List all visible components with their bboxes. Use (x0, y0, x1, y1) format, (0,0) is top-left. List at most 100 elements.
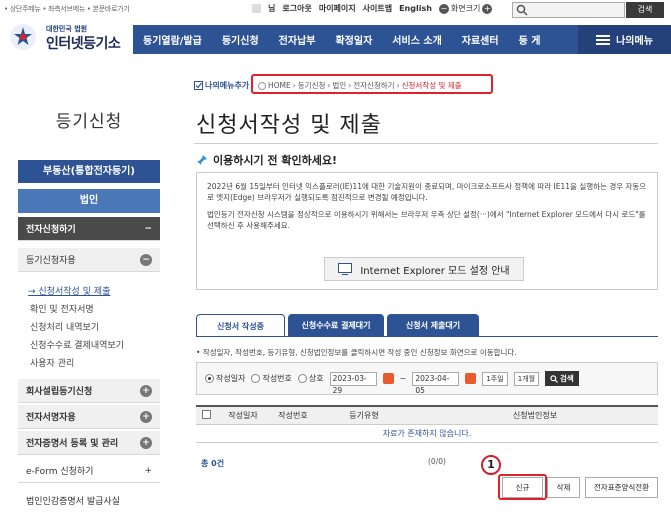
my-menu-label: 나의메뉴 (616, 36, 653, 47)
sidebar-item-signer[interactable]: 전자서명자용 + (18, 405, 160, 429)
sidebar-item-label: 법인인감증명서 발급사실 (26, 496, 120, 507)
expand-icon: + (140, 436, 152, 449)
column-header[interactable]: 신청법인정보 (412, 410, 658, 421)
logo-title[interactable]: 인터넷등기소 (46, 33, 121, 53)
ie-mode-guide-button[interactable]: Internet Explorer 모드 설정 안내 (324, 257, 524, 281)
list-hint: • 작성일자, 작성번호, 등기유형, 신청법인정보를 클릭하시면 작성 중인 … (196, 348, 517, 357)
delete-button[interactable]: 삭제 (547, 477, 580, 498)
gnb-item-fixed-date[interactable]: 확정일자 (325, 32, 382, 47)
skip-links[interactable]: • 상단주메뉴 • 좌측서브메뉴 • 본문바로가기 (4, 4, 130, 14)
sidebar-item-label: e-Form 신청하기 (26, 467, 94, 477)
divider (194, 143, 658, 144)
table-header: 작성일자 작성번호 등기유형 신청법인정보 (196, 405, 658, 425)
radio-date[interactable]: 작성일자 (205, 373, 245, 384)
zoom-out-icon[interactable]: − (438, 3, 449, 14)
logout-link[interactable]: 로그아웃 (282, 3, 311, 14)
search-input[interactable] (512, 2, 625, 18)
tab-underline (196, 336, 658, 337)
sidebar-realestate-button[interactable]: 부동산(통합전자등기) (18, 160, 160, 183)
sidebar-item-certificate[interactable]: 전자증명서 등록 및 관리 + (18, 431, 160, 455)
gnb-item-payment[interactable]: 전자납부 (269, 32, 326, 47)
sidebar-sub-write[interactable]: → 신청서작성 및 제출 (28, 284, 110, 297)
user-name-box (252, 4, 261, 13)
breadcrumb-e-apply[interactable]: 전자신청하기 (353, 80, 394, 91)
new-button[interactable]: 신규 (502, 477, 543, 498)
add-my-menu-link[interactable]: 나의메뉴추가 (194, 80, 249, 91)
one-week-button[interactable]: 1주일 (482, 371, 508, 386)
sidebar-item-applicant[interactable]: 등기신청자용 − (18, 248, 160, 272)
ie-mode-guide-label: Internet Explorer 모드 설정 안내 (360, 265, 510, 277)
notice-paragraph: 법인등기 전자신청 시스템을 정상적으로 이용하시기 위해서는 브라우저 우측 … (207, 210, 646, 230)
calendar-icon[interactable] (465, 373, 477, 384)
filter-search-button[interactable]: 검색 (545, 371, 579, 386)
pin-icon (197, 155, 207, 165)
tab-writing[interactable]: 신청서 작성중 (196, 314, 285, 337)
radio-label: 작성일자 (216, 374, 246, 383)
checkbox-check-icon (194, 81, 203, 90)
user-suffix: 님 (268, 4, 276, 13)
sidebar-sub-user[interactable]: 사용자 관리 (30, 356, 74, 369)
one-month-button[interactable]: 1개월 (513, 371, 540, 386)
gnb-item-service[interactable]: 서비스 소개 (382, 32, 451, 47)
notice-heading-text: 이용하시기 전 확인하세요! (213, 154, 337, 167)
radio-selected-icon (205, 374, 214, 383)
gnb-item-board[interactable]: 등 게 (509, 32, 551, 47)
zoom-in-icon[interactable]: + (482, 3, 493, 14)
column-header[interactable]: 등기유형 (316, 410, 412, 421)
select-all-checkbox[interactable] (201, 410, 211, 419)
radio-number[interactable]: 작성번호 (251, 373, 292, 384)
sidebar-corporation-button[interactable]: 법인 (18, 189, 160, 213)
mypage-link[interactable]: 마이페이지 (319, 3, 356, 14)
breadcrumb: HOME › 등기신청 › 법인 › 전자신청하기 › 신청서작성 및 제출 (258, 80, 462, 91)
radio-company[interactable]: 상호 (297, 373, 324, 384)
step-number-badge: 1 (481, 455, 501, 475)
sidebar-item-e-apply[interactable]: 전자신청하기 − (18, 217, 160, 241)
notice-paragraph: 2022년 6월 15일부터 인터넷 익스플로러(IE)11에 대한 기술지원이… (207, 182, 647, 202)
expand-icon: + (144, 465, 152, 476)
zoom-label: 화면크기 (450, 4, 481, 13)
column-header[interactable]: 작성번호 (270, 410, 316, 421)
convert-standard-form-button[interactable]: 전자표준양식전환 (585, 477, 658, 498)
breadcrumb-apply[interactable]: 등기신청 (298, 80, 326, 91)
english-link[interactable]: English (399, 4, 432, 13)
breadcrumb-home[interactable]: HOME (268, 81, 291, 90)
zoom-control[interactable]: − 화면크기 + (438, 3, 493, 14)
utility-links: 님 로그아웃 마이페이지 사이트맵 English − 화면크기 + (252, 3, 493, 14)
expand-icon: + (140, 410, 152, 423)
search-icon (550, 374, 558, 383)
filter-search-label: 검색 (560, 374, 574, 383)
home-icon (258, 81, 266, 90)
sidebar-sub-fee[interactable]: 신청수수료 결제내역보기 (30, 338, 124, 351)
sidebar-item-label: 전자증명서 등록 및 관리 (26, 439, 119, 449)
sidebar-item-seal-cert[interactable]: 법인인감증명서 발급사실 (18, 488, 160, 512)
my-menu-button[interactable]: 나의메뉴 (578, 25, 671, 54)
date-to-input[interactable]: 2023-04-05 (412, 371, 460, 395)
date-from-input[interactable]: 2023-03-29 (329, 371, 377, 395)
hamburger-icon (596, 34, 611, 45)
sidebar-sub-sign[interactable]: 확인 및 전자서명 (30, 302, 94, 315)
sidebar-item-eform[interactable]: e-Form 신청하기 + (18, 459, 160, 483)
tab-submit-pending[interactable]: 신청서 제출대기 (387, 314, 479, 337)
gnb-item-view[interactable]: 등기열람/발급 (133, 32, 212, 47)
radio-label: 작성번호 (262, 374, 292, 383)
sidebar-item-label: 등기신청자용 (26, 256, 76, 266)
court-logo-icon[interactable] (8, 22, 38, 52)
sidebar-title: 등기신청 (55, 112, 123, 132)
calendar-icon[interactable] (382, 373, 394, 384)
breadcrumb-corp[interactable]: 법인 (332, 80, 346, 91)
gnb-item-apply[interactable]: 등기신청 (212, 32, 269, 47)
sidebar-sub-history[interactable]: 신청처리 내역보기 (30, 320, 99, 333)
application-table: 작성일자 작성번호 등기유형 신청법인정보 자료가 존재하지 않습니다. (196, 405, 658, 443)
pagination: (0/0) (428, 457, 446, 466)
sitemap-link[interactable]: 사이트맵 (363, 3, 392, 14)
search-button[interactable]: 검색 (626, 2, 664, 18)
gnb-item-data-center[interactable]: 자료센터 (452, 32, 509, 47)
search-filter: 작성일자 작성번호 상호 2023-03-29 ~ 2023-04-05 1주일… (196, 362, 658, 395)
sidebar-item-label: 전자신청하기 (26, 225, 76, 235)
expand-icon: + (140, 384, 152, 397)
breadcrumb-current: 신청서작성 및 제출 (401, 81, 462, 90)
sidebar-item-company-setup[interactable]: 회사설립등기신청 + (18, 379, 160, 403)
tab-fee-pending[interactable]: 신청수수료 결제대기 (288, 314, 384, 337)
column-header[interactable]: 작성일자 (216, 410, 270, 421)
total-count: 총 0건 (201, 459, 225, 468)
